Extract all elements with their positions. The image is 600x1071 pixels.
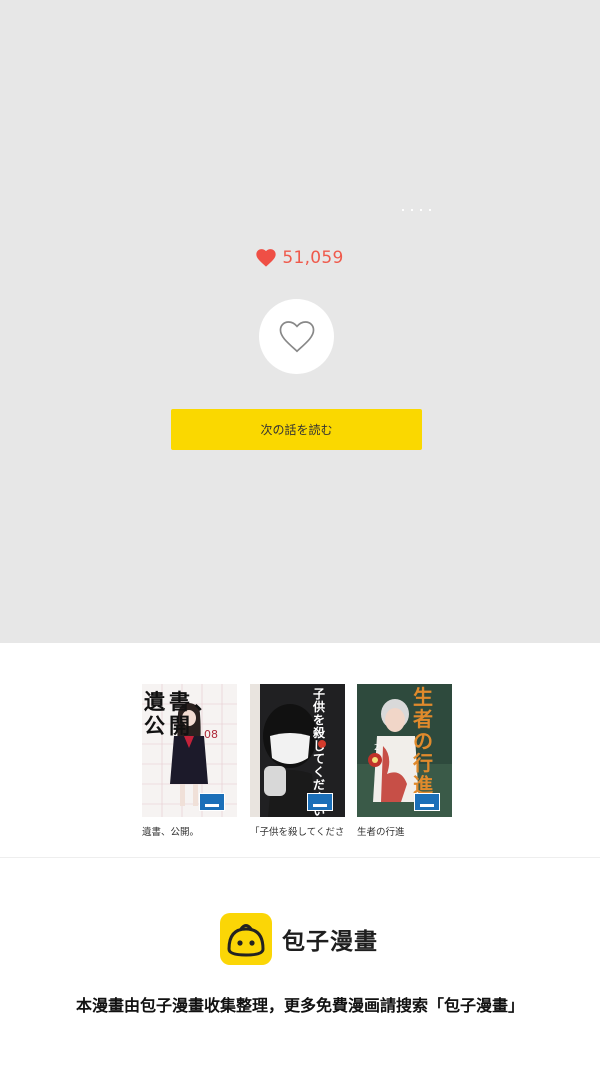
decorative-dots xyxy=(402,209,432,211)
cover-title-text: 遺書、公開 xyxy=(144,689,219,738)
cover-volume-number: 08 xyxy=(204,728,218,741)
like-button[interactable] xyxy=(259,299,334,374)
related-item[interactable]: 生者の行進 2 生者の行進 xyxy=(357,684,452,838)
site-footer: 包子漫畫 本漫畫由包子漫畫收集整理，更多免費漫画請搜索「包子漫畫」 xyxy=(0,858,600,1071)
related-item-title[interactable]: 「子供を殺してください… xyxy=(250,824,345,838)
episode-end-panel: 51,059 次の話を読む xyxy=(0,0,600,643)
bun-logo-icon xyxy=(220,913,272,965)
comic-cover[interactable]: 遺書、公開 08 xyxy=(142,684,237,817)
related-item-title[interactable]: 生者の行進 xyxy=(357,824,452,838)
heart-filled-icon xyxy=(256,249,276,267)
brand-name: 包子漫畫 xyxy=(282,929,378,955)
footer-notice: 本漫畫由包子漫畫收集整理，更多免費漫画請搜索「包子漫畫」 xyxy=(75,996,524,1015)
brand-logo[interactable]: 包子漫畫 xyxy=(220,913,378,965)
comic-cover[interactable]: 子供を殺してください xyxy=(250,684,345,817)
web-badge-icon xyxy=(199,793,225,811)
related-item-title[interactable]: 遺書、公開。 xyxy=(142,824,237,838)
like-count: 51,059 xyxy=(282,248,344,268)
cover-title-text: 生者の行進 xyxy=(413,685,433,797)
comic-cover[interactable]: 生者の行進 2 xyxy=(357,684,452,817)
web-badge-icon xyxy=(307,793,333,811)
next-episode-button[interactable]: 次の話を読む xyxy=(171,409,422,450)
cover-volume-number: 2 xyxy=(373,743,380,752)
related-item[interactable]: 子供を殺してください 「子供を殺してください… xyxy=(250,684,345,838)
heart-outline-icon xyxy=(279,320,314,352)
related-comics: 遺書、公開 08 遺書、公開。 子供を殺してください 「子供を殺してください… xyxy=(0,643,600,858)
related-item[interactable]: 遺書、公開 08 遺書、公開。 xyxy=(142,684,237,838)
web-badge-icon xyxy=(414,793,440,811)
like-count-row: 51,059 xyxy=(0,244,600,272)
